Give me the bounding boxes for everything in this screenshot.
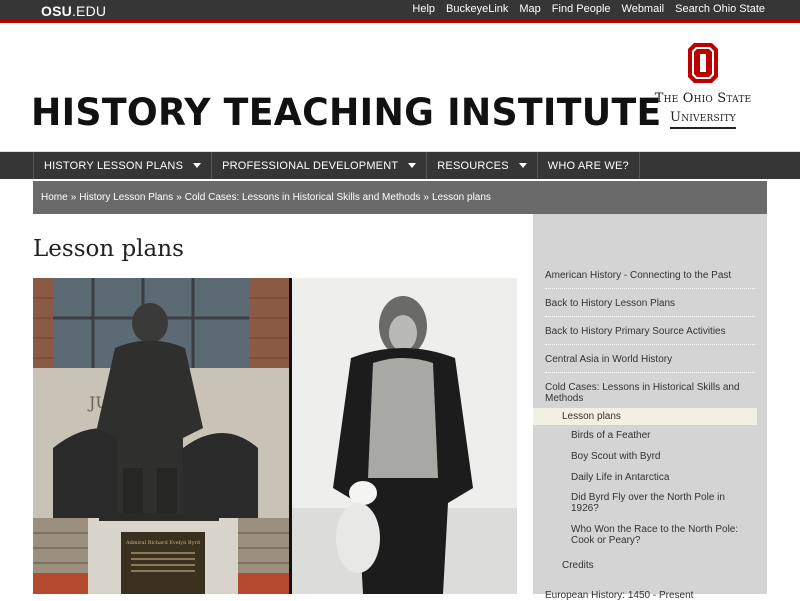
university-line2: University bbox=[670, 108, 736, 129]
university-name: The Ohio State University bbox=[633, 89, 773, 129]
sidebar-subitem-boy-scout-with-byrd[interactable]: Boy Scout with Byrd bbox=[571, 451, 751, 462]
breadcrumb-separator: » bbox=[176, 192, 182, 203]
breadcrumb-home[interactable]: Home bbox=[41, 192, 68, 203]
sidebar-item-back-to-lesson-plans[interactable]: Back to History Lesson Plans bbox=[545, 298, 755, 317]
osu-edu-link[interactable]: OSU.EDU bbox=[41, 3, 106, 19]
sidebar-item-european-history[interactable]: European History: 1450 - Present bbox=[545, 590, 755, 601]
nav-resources[interactable]: RESOURCES bbox=[426, 152, 536, 179]
site-title[interactable]: HISTORY TEACHING INSTITUTE bbox=[31, 91, 662, 134]
sidebar-item-lesson-plans-active[interactable]: Lesson plans bbox=[533, 408, 757, 425]
breadcrumb-history-lesson-plans[interactable]: History Lesson Plans bbox=[79, 192, 173, 203]
byrd-photo: JUD Admiral Richard Evelyn Byrd bbox=[33, 278, 517, 594]
sidebar: American History - Connecting to the Pas… bbox=[533, 214, 767, 601]
sidebar-item-american-history[interactable]: American History - Connecting to the Pas… bbox=[545, 270, 755, 289]
help-link[interactable]: Help bbox=[412, 3, 435, 15]
sidebar-item-back-to-primary-source[interactable]: Back to History Primary Source Activitie… bbox=[545, 326, 755, 345]
sidebar-item-central-asia[interactable]: Central Asia in World History bbox=[545, 354, 755, 373]
map-link[interactable]: Map bbox=[519, 3, 540, 15]
byrd-photo-illustration: JUD Admiral Richard Evelyn Byrd bbox=[33, 278, 517, 594]
caret-down-icon bbox=[193, 163, 202, 168]
page-title: Lesson plans bbox=[33, 236, 184, 262]
sidebar-subitem-daily-life-antarctica[interactable]: Daily Life in Antarctica bbox=[571, 472, 751, 483]
breadcrumb: Home » History Lesson Plans » Cold Cases… bbox=[33, 181, 767, 214]
sidebar-subitem-who-won-the-race[interactable]: Who Won the Race to the North Pole: Cook… bbox=[571, 524, 751, 546]
main-nav: HISTORY LESSON PLANS PROFESSIONAL DEVELO… bbox=[0, 152, 800, 179]
nav-history-lesson-plans[interactable]: HISTORY LESSON PLANS bbox=[33, 152, 211, 179]
university-line1: The Ohio State bbox=[654, 91, 752, 106]
site-header: HISTORY TEACHING INSTITUTE The Ohio Stat… bbox=[0, 23, 800, 152]
breadcrumb-current: Lesson plans bbox=[431, 192, 491, 203]
nav-label: HISTORY LESSON PLANS bbox=[44, 159, 184, 172]
sidebar-subitem-did-byrd-fly[interactable]: Did Byrd Fly over the North Pole in 1926… bbox=[571, 492, 751, 514]
sidebar-subitem-birds-of-a-feather[interactable]: Birds of a Feather bbox=[571, 430, 751, 441]
breadcrumb-separator: » bbox=[423, 192, 429, 203]
sidebar-item-cold-cases[interactable]: Cold Cases: Lessons in Historical Skills… bbox=[545, 382, 755, 404]
nav-label: RESOURCES bbox=[437, 159, 509, 172]
block-o-icon bbox=[688, 43, 718, 83]
breadcrumb-separator: » bbox=[70, 192, 77, 203]
buckeyelink-link[interactable]: BuckeyeLink bbox=[446, 3, 508, 15]
nav-label: PROFESSIONAL DEVELOPMENT bbox=[222, 159, 399, 172]
breadcrumb-cold-cases[interactable]: Cold Cases: Lessons in Historical Skills… bbox=[185, 192, 421, 203]
nav-label: WHO ARE WE? bbox=[547, 159, 629, 172]
osu-top-bar: OSU.EDU Help BuckeyeLink Map Find People… bbox=[0, 0, 800, 23]
osu-top-links: Help BuckeyeLink Map Find People Webmail… bbox=[412, 3, 765, 15]
search-ohio-state-link[interactable]: Search Ohio State bbox=[675, 3, 765, 15]
webmail-link[interactable]: Webmail bbox=[622, 3, 665, 15]
caret-down-icon bbox=[408, 163, 417, 168]
nav-professional-development[interactable]: PROFESSIONAL DEVELOPMENT bbox=[211, 152, 426, 179]
osu-edu-bold: OSU bbox=[41, 3, 72, 19]
caret-down-icon bbox=[518, 163, 527, 168]
nav-who-are-we[interactable]: WHO ARE WE? bbox=[536, 152, 640, 179]
osu-university-logo[interactable]: The Ohio State University bbox=[633, 43, 773, 129]
photo-plaque-title: Admiral Richard Evelyn Byrd bbox=[125, 540, 201, 546]
sidebar-subitem-credits[interactable]: Credits bbox=[562, 560, 594, 571]
find-people-link[interactable]: Find People bbox=[552, 3, 611, 15]
osu-edu-light: .EDU bbox=[71, 3, 107, 19]
